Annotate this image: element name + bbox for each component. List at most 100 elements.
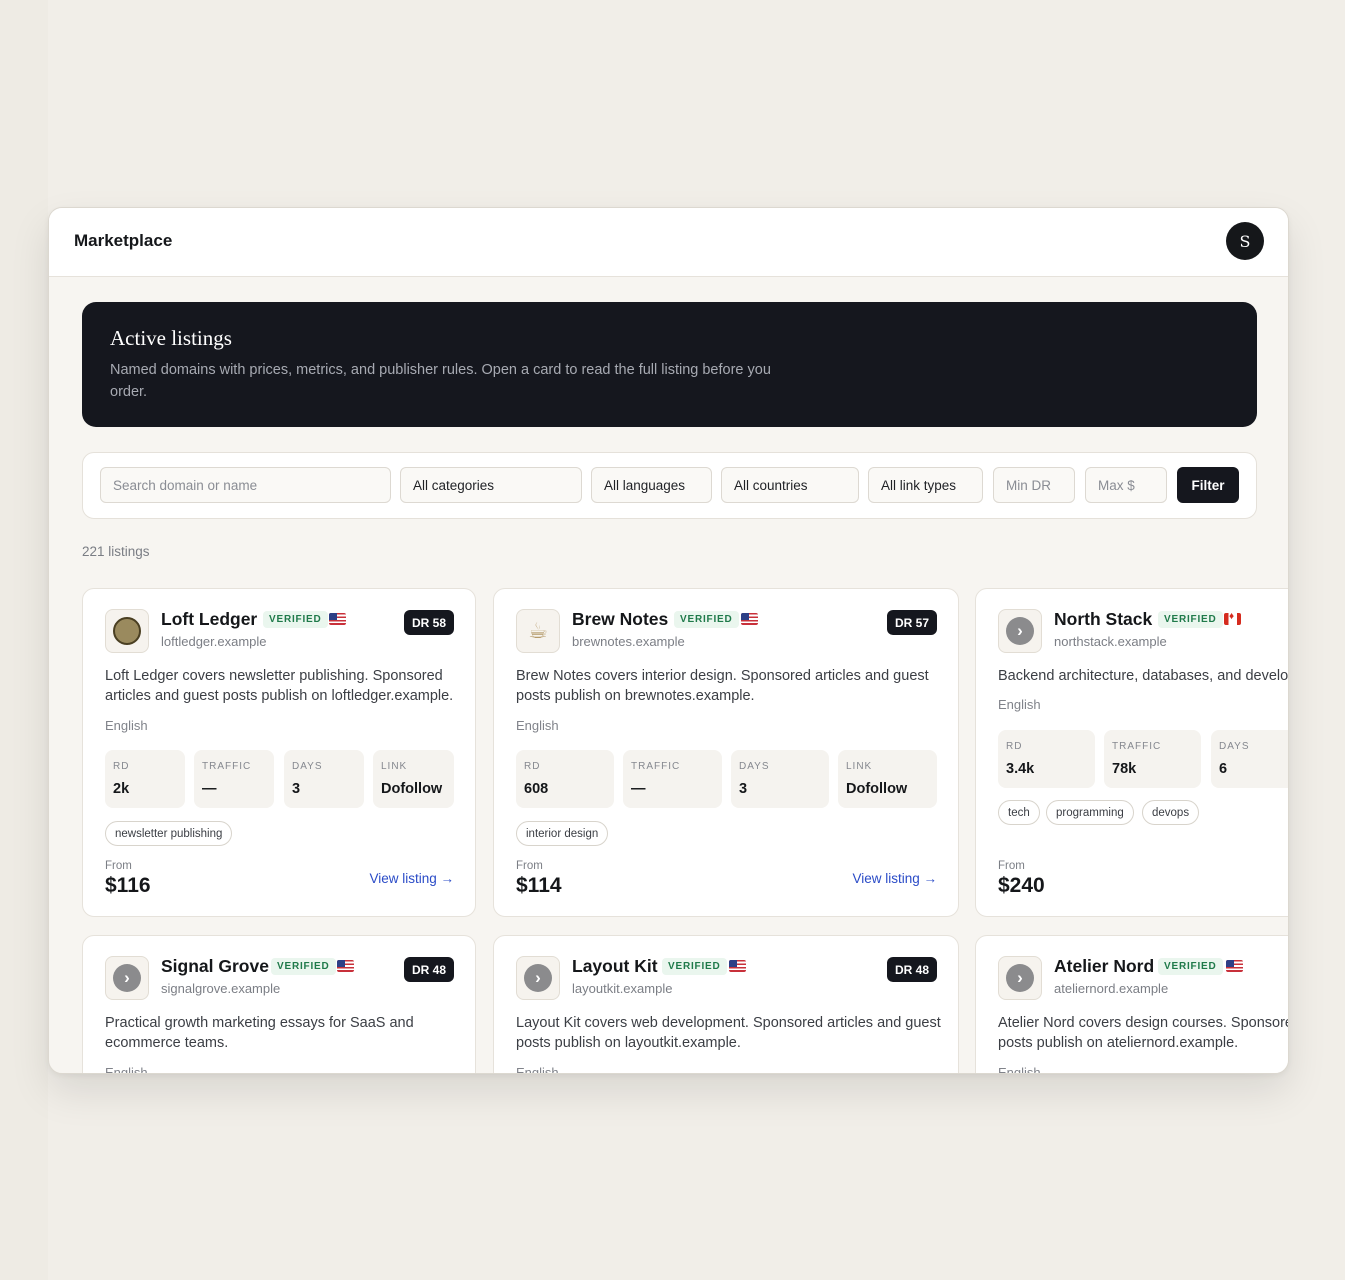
ring-logo-icon — [113, 617, 141, 645]
listing-domain: layoutkit.example — [572, 981, 673, 996]
us-flag-icon — [741, 613, 758, 625]
listing-language: English — [105, 1065, 148, 1074]
metric-value: 78k — [1112, 761, 1137, 777]
site-logo: › — [105, 956, 149, 1000]
metric-days: DAYS 6 — [1211, 730, 1288, 788]
metric-label: TRAFFIC — [1112, 741, 1162, 752]
metric-label: RD — [524, 761, 541, 772]
metric-days: DAYS 3 — [284, 750, 364, 808]
metric-value: 3 — [739, 781, 748, 797]
listing-price: $114 — [516, 874, 562, 897]
chevron-right-icon: › — [1006, 964, 1034, 992]
us-flag-icon — [337, 960, 354, 972]
topic-tag[interactable]: interior design — [516, 821, 609, 846]
listing-card[interactable]: › North Stack VERIFIED northstack.exampl… — [975, 588, 1289, 917]
metric-rd: RD 2k — [105, 750, 185, 808]
listing-description: Atelier Nord covers design courses. Spon… — [998, 1013, 1289, 1053]
us-flag-icon — [329, 613, 346, 625]
description-line: Practical growth marketing essays for Sa… — [105, 1015, 414, 1031]
app-title: Marketplace — [74, 231, 173, 250]
metric-label: DAYS — [292, 761, 323, 772]
metric-value: 3 — [292, 781, 301, 797]
metric-link: LINK Dofollow — [373, 750, 454, 808]
topic-tag[interactable]: programming — [1046, 800, 1134, 825]
site-logo: › — [516, 956, 560, 1000]
listing-card[interactable]: Loft Ledger VERIFIED loftledger.example … — [82, 588, 476, 917]
us-flag-icon — [1226, 960, 1243, 972]
description-line: articles and guest posts publish on loft… — [105, 688, 454, 704]
dr-badge: DR 48 — [886, 957, 937, 982]
description-line: posts publish on brewnotes.example. — [516, 688, 755, 704]
listing-card[interactable]: › Signal Grove VERIFIED signalgrove.exam… — [82, 935, 476, 1074]
search-input[interactable]: Search domain or name — [100, 467, 391, 503]
description-line: Backend architecture, databases, and dev… — [998, 668, 1289, 684]
listing-count: 221 listings — [82, 544, 150, 559]
listing-name[interactable]: North Stack — [1054, 609, 1152, 630]
view-listing-link[interactable]: View listing → — [852, 871, 937, 886]
description-line: Atelier Nord covers design courses. Spon… — [998, 1015, 1289, 1031]
verified-badge: VERIFIED — [1158, 958, 1223, 975]
filter-button[interactable]: Filter — [1177, 467, 1239, 503]
metric-label: TRAFFIC — [631, 761, 681, 772]
user-avatar[interactable]: S — [1226, 222, 1264, 260]
category-select[interactable]: All categories — [400, 467, 582, 503]
topic-tag[interactable]: devops — [1142, 800, 1200, 825]
metric-value: Dofollow — [381, 781, 443, 797]
listing-description: Brew Notes covers interior design. Spons… — [516, 666, 929, 706]
country-select[interactable]: All countries — [721, 467, 859, 503]
listing-name[interactable]: Atelier Nord — [1054, 956, 1154, 977]
metric-traffic: TRAFFIC 78k — [1104, 730, 1201, 788]
metric-traffic: TRAFFIC — — [623, 750, 722, 808]
listing-name[interactable]: Brew Notes — [572, 609, 668, 630]
listing-domain: loftledger.example — [161, 634, 267, 649]
metric-value: 608 — [524, 781, 549, 797]
listing-domain: brewnotes.example — [572, 634, 685, 649]
metric-value: 6 — [1219, 761, 1228, 777]
listing-name[interactable]: Loft Ledger — [161, 609, 257, 630]
listing-description: Loft Ledger covers newsletter publishing… — [105, 666, 453, 706]
site-logo — [105, 609, 149, 653]
listing-card[interactable]: › Atelier Nord VERIFIED ateliernord.exam… — [975, 935, 1289, 1073]
dr-badge: DR 58 — [403, 610, 454, 635]
hero-description: Named domains with prices, metrics, and … — [110, 362, 771, 400]
verified-badge: VERIFIED — [271, 958, 336, 975]
price-from-label: From — [516, 860, 543, 872]
max-price-input[interactable]: Max $ — [1085, 467, 1167, 503]
listing-language: English — [516, 1065, 559, 1074]
link-type-select[interactable]: All link types — [868, 467, 983, 503]
description-line: posts publish on layoutkit.example. — [516, 1035, 741, 1051]
topic-tag[interactable]: tech — [998, 800, 1040, 825]
listing-description: Backend architecture, databases, and dev… — [998, 666, 1289, 686]
min-dr-input[interactable]: Min DR — [993, 467, 1075, 503]
listing-domain: northstack.example — [1054, 634, 1167, 649]
coffee-cup-icon: ☕ — [528, 618, 548, 643]
view-listing-link[interactable]: View listing → — [369, 871, 454, 886]
verified-badge: VERIFIED — [662, 958, 727, 975]
metric-value: 2k — [113, 781, 130, 797]
metric-label: TRAFFIC — [202, 761, 252, 772]
language-select[interactable]: All languages — [591, 467, 712, 503]
site-logo: › — [998, 956, 1042, 1000]
description-line: Brew Notes covers interior design. Spons… — [516, 668, 929, 684]
chevron-right-icon: › — [524, 964, 552, 992]
listing-language: English — [516, 718, 559, 733]
metric-days: DAYS 3 — [731, 750, 829, 808]
metric-link: LINK Dofollow — [838, 750, 937, 808]
listing-card[interactable]: ☕ Brew Notes VERIFIED brewnotes.example … — [493, 588, 959, 917]
listing-language: English — [105, 718, 148, 733]
listing-price: $116 — [105, 874, 151, 897]
hero-banner: Active listings Named domains with price… — [82, 302, 1257, 427]
metric-value: — — [202, 781, 217, 797]
listing-card[interactable]: › Layout Kit VERIFIED layoutkit.example … — [493, 935, 959, 1074]
metric-label: RD — [113, 761, 130, 772]
verified-badge: VERIFIED — [1158, 611, 1223, 628]
dr-badge: DR 48 — [403, 957, 454, 982]
chevron-right-icon: › — [113, 964, 141, 992]
listing-name[interactable]: Signal Grove — [161, 956, 269, 977]
listing-name[interactable]: Layout Kit — [572, 956, 658, 977]
dr-badge: DR 57 — [886, 610, 937, 635]
description-line: Loft Ledger covers newsletter publishing… — [105, 668, 443, 684]
topic-tag[interactable]: newsletter publishing — [105, 821, 233, 846]
description-line: posts publish on ateliernord.example. — [998, 1035, 1239, 1051]
canada-flag-icon — [1224, 613, 1241, 625]
